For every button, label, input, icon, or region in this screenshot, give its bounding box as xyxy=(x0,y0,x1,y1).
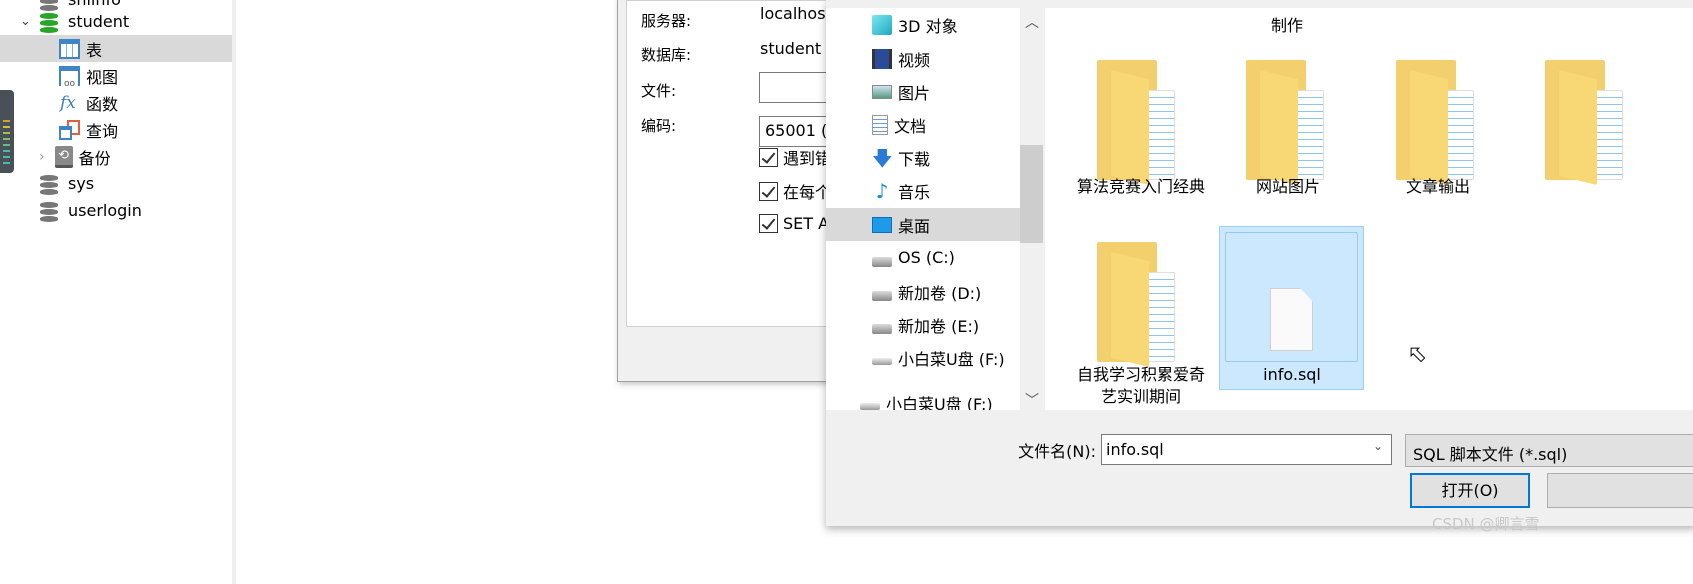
nav-scrollbar-thumb[interactable] xyxy=(1020,145,1043,243)
file-item-label: info.sql xyxy=(1263,365,1321,384)
checkbox-checked-icon[interactable] xyxy=(759,214,778,233)
file-icon xyxy=(1270,288,1313,351)
checkbox-checked-icon[interactable] xyxy=(759,147,778,167)
drive-icon xyxy=(872,256,892,267)
nav-item-drive-d[interactable]: 新加卷 (D:) xyxy=(826,275,1020,308)
server-label: 服务器: xyxy=(641,12,692,30)
nav-item-usb-f-2[interactable]: 小白菜U盘 (F:) xyxy=(826,386,1020,410)
query-icon xyxy=(59,119,80,140)
usb-drive-icon xyxy=(860,403,880,410)
open-button[interactable]: 打开(O) xyxy=(1410,473,1530,508)
pictures-icon xyxy=(872,84,892,99)
level-meter-widget[interactable] xyxy=(0,90,14,173)
watermark: CSDN @卿言雪 xyxy=(1432,515,1540,533)
folder-item-label[interactable]: 网站图片 xyxy=(1216,176,1360,198)
backup-icon: ⟲ xyxy=(54,145,73,168)
scroll-up-icon[interactable]: ︿ xyxy=(1025,12,1039,32)
function-icon: fx xyxy=(60,92,76,113)
cancel-button[interactable] xyxy=(1547,473,1693,508)
filetype-select[interactable]: SQL 脚本文件 (*.sql) xyxy=(1405,434,1693,467)
folder-item-label[interactable]: 文章输出 xyxy=(1366,176,1510,198)
folder-icon xyxy=(1097,242,1185,367)
table-icon xyxy=(59,38,80,59)
folder-icon xyxy=(1396,60,1484,185)
folder-icon xyxy=(1097,60,1185,185)
server-value: localhost xyxy=(760,4,826,23)
folder-icon xyxy=(1545,60,1633,185)
connection-tree: shiinfo ⌄ student 表 oo 视图 fx 函数 查询 › ⟲ 备… xyxy=(0,0,232,584)
chevron-down-icon[interactable]: ⌄ xyxy=(1373,439,1383,453)
drive-icon xyxy=(872,323,892,334)
usb-drive-icon xyxy=(872,358,892,365)
file-label: 文件: xyxy=(641,82,677,100)
tree-item-functions[interactable]: fx 函数 xyxy=(0,89,232,116)
scroll-down-icon[interactable]: ﹀ xyxy=(1025,390,1039,410)
database-icon xyxy=(40,200,58,222)
database-value: student xyxy=(760,39,822,58)
nav-item-drive-c[interactable]: OS (C:) xyxy=(826,241,1020,274)
encoding-label: 编码: xyxy=(641,117,677,135)
database-icon xyxy=(40,11,58,33)
nav-item-3d-objects[interactable]: 3D 对象 xyxy=(826,8,1020,41)
mouse-cursor-icon: ⬉ xyxy=(1407,342,1427,368)
chevron-right-icon[interactable]: › xyxy=(39,149,45,165)
music-icon: ♪ xyxy=(875,178,889,203)
filename-input[interactable]: info.sql ⌄ xyxy=(1101,434,1392,465)
tree-item-tables[interactable]: 表 xyxy=(0,35,232,62)
nav-item-pictures[interactable]: 图片 xyxy=(826,75,1020,108)
nav-item-usb-f[interactable]: 小白菜U盘 (F:) xyxy=(826,341,1020,374)
filename-label: 文件名(N): xyxy=(1018,442,1096,461)
database-icon xyxy=(40,173,58,195)
nav-item-music[interactable]: ♪ 音乐 xyxy=(826,174,1020,207)
tree-item-views[interactable]: oo 视图 xyxy=(0,62,232,89)
tree-item-backups[interactable]: › ⟲ 备份 xyxy=(0,143,232,170)
nav-item-downloads[interactable]: 🡇 下载 xyxy=(826,141,1020,174)
checkbox-checked-icon[interactable] xyxy=(759,181,778,201)
folder-icon xyxy=(1246,60,1334,185)
nav-item-documents[interactable]: 文档 xyxy=(826,108,1020,141)
tree-item-userlogin[interactable]: userlogin xyxy=(0,197,232,224)
drive-icon xyxy=(872,290,892,301)
documents-icon xyxy=(872,114,888,135)
tree-item-student[interactable]: ⌄ student xyxy=(0,8,232,35)
3d-objects-icon xyxy=(872,14,892,35)
chevron-down-icon[interactable]: ⌄ xyxy=(20,14,34,29)
desktop-icon xyxy=(872,216,892,233)
nav-item-desktop[interactable]: 桌面 xyxy=(826,208,1020,241)
tree-item-queries[interactable]: 查询 xyxy=(0,116,232,143)
tree-item-sys[interactable]: sys xyxy=(0,170,232,197)
video-icon xyxy=(872,48,892,69)
navigation-pane: 3D 对象 视频 图片 文档 🡇 下载 ♪ 音乐 桌面 OS (C:) 新加卷 (D… xyxy=(826,8,1020,410)
partial-item-label: 制作 xyxy=(1271,16,1304,35)
pane-splitter[interactable] xyxy=(232,0,236,584)
nav-item-videos[interactable]: 视频 xyxy=(826,42,1020,75)
nav-item-drive-e[interactable]: 新加卷 (E:) xyxy=(826,308,1020,341)
folder-item-label[interactable]: 算法竞赛入门经典 xyxy=(1069,176,1213,198)
download-icon: 🡇 xyxy=(872,145,893,170)
folder-item-label[interactable]: 自我学习积累爱奇艺实训期间 xyxy=(1069,364,1213,408)
database-label: 数据库: xyxy=(641,46,692,64)
view-icon: oo xyxy=(59,65,80,89)
